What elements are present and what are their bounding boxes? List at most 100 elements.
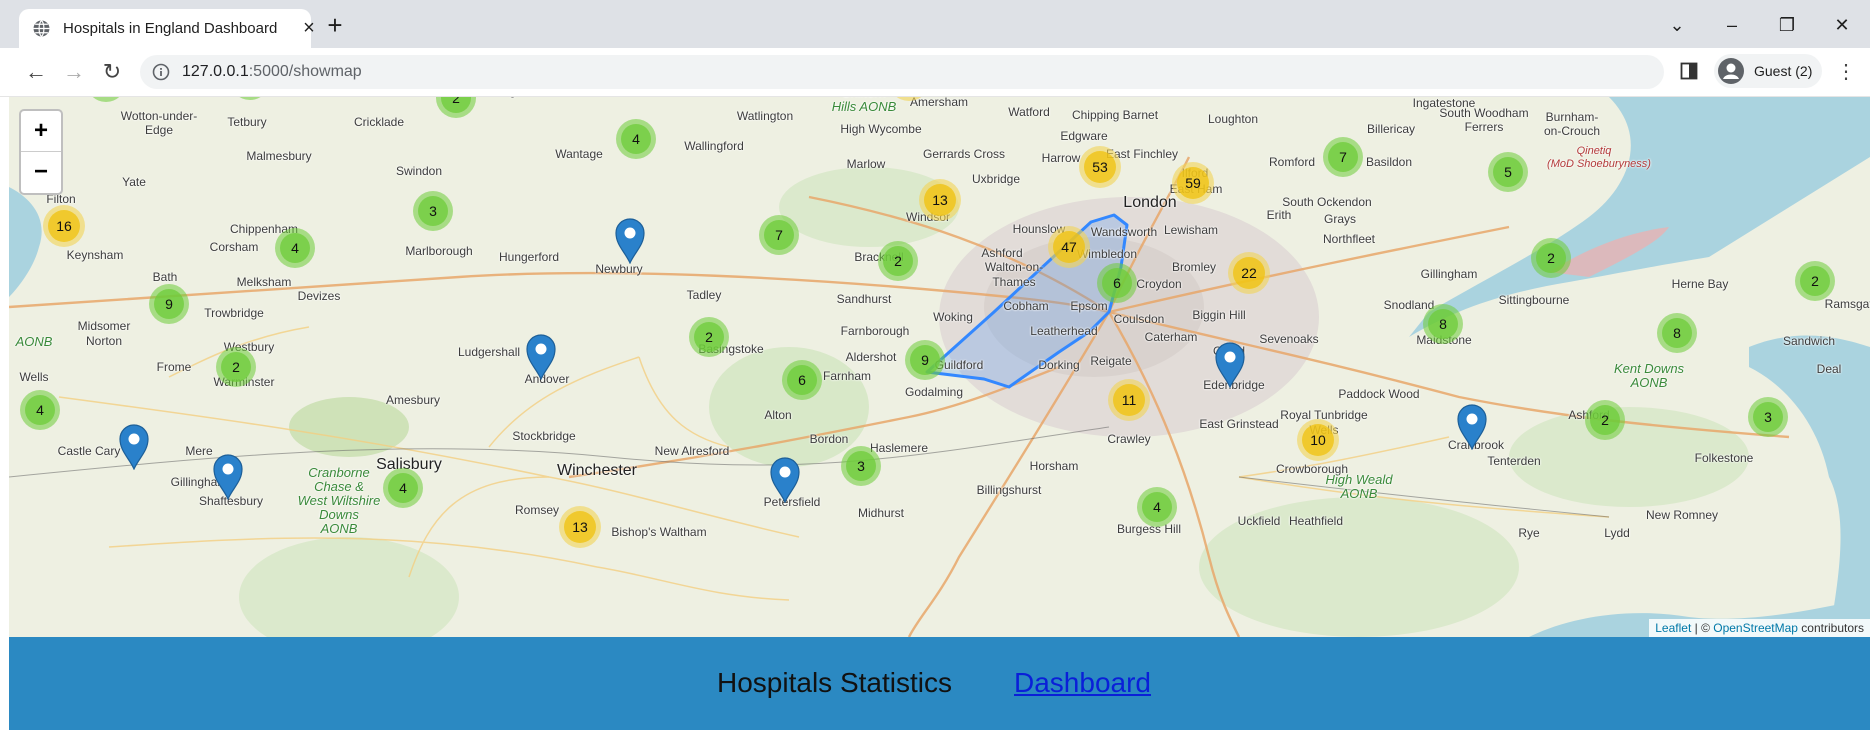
map-pin-icon[interactable] — [526, 334, 556, 381]
restore-button[interactable]: ❐ — [1767, 10, 1807, 40]
marker-cluster[interactable]: 8 — [1423, 304, 1463, 344]
place-label: Stockbridge — [512, 429, 576, 443]
place-label: Yate — [122, 175, 146, 189]
marker-cluster[interactable]: 4 — [383, 468, 423, 508]
marker-cluster[interactable]: 4 — [616, 119, 656, 159]
place-label: Castle Cary — [57, 444, 121, 458]
dashboard-link[interactable]: Dashboard — [1014, 667, 1151, 699]
marker-cluster[interactable]: 3 — [413, 191, 453, 231]
marker-cluster[interactable]: 6 — [1097, 263, 1137, 303]
marker-cluster[interactable]: 2 — [1795, 261, 1835, 301]
zoom-out-button[interactable]: − — [21, 152, 61, 192]
place-label: Tenterden — [1487, 454, 1541, 468]
marker-cluster[interactable]: 10 — [1297, 419, 1339, 461]
cluster-count: 6 — [1113, 275, 1121, 291]
zoom-in-button[interactable]: + — [21, 111, 61, 152]
marker-cluster[interactable]: 3 — [1748, 397, 1788, 437]
tab-close-icon[interactable]: × — [298, 17, 320, 39]
back-button[interactable]: ← — [22, 58, 50, 86]
marker-cluster[interactable]: 4 — [20, 390, 60, 430]
browser-tab-active[interactable]: Hospitals in England Dashboard × — [19, 9, 315, 48]
place-label: Loughton — [1207, 112, 1259, 126]
marker-cluster[interactable]: 22 — [1228, 252, 1270, 294]
new-tab-button[interactable]: + — [322, 12, 348, 38]
url-path: :5000/showmap — [248, 63, 362, 80]
place-label: Erith — [1266, 208, 1292, 222]
place-label: Rye — [1518, 526, 1540, 540]
marker-cluster[interactable]: 2 — [1531, 238, 1571, 278]
side-panel-icon[interactable] — [1680, 62, 1698, 80]
marker-cluster[interactable]: 53 — [1079, 146, 1121, 188]
close-window-button[interactable]: ✕ — [1822, 10, 1862, 40]
map-pin-icon[interactable] — [1457, 404, 1487, 451]
restricted-area-label: Qinetiq — [1576, 145, 1612, 157]
cluster-count: 2 — [1547, 250, 1555, 266]
marker-cluster[interactable]: 6 — [782, 360, 822, 400]
browser-tab-strip: Hospitals in England Dashboard × + ⌄ – ❐… — [0, 0, 1870, 48]
marker-cluster[interactable]: 7 — [1323, 137, 1363, 177]
map-pin-icon[interactable] — [1215, 342, 1245, 389]
marker-cluster[interactable]: 7 — [759, 215, 799, 255]
map-pin-icon[interactable] — [615, 218, 645, 265]
place-label: Bromley — [1171, 260, 1217, 274]
place-label: Ramsgate — [1824, 297, 1870, 311]
place-label: London — [1123, 194, 1177, 211]
tab-search-icon[interactable]: ⌄ — [1657, 10, 1697, 40]
url-text[interactable]: 127.0.0.1:5000/showmap — [182, 63, 362, 81]
place-label: Trowbridge — [204, 306, 264, 320]
map-pin-icon[interactable] — [770, 457, 800, 504]
place-label: New Romney — [1645, 508, 1719, 522]
globe-icon — [33, 20, 50, 37]
marker-cluster[interactable]: 2 — [216, 347, 256, 387]
place-label: Biggin Hill — [1192, 308, 1246, 322]
place-label: Amesbury — [385, 393, 441, 407]
map-pin-icon[interactable] — [213, 454, 243, 501]
marker-cluster[interactable]: 5 — [1488, 152, 1528, 192]
place-label: Wandsworth — [1090, 225, 1158, 239]
place-label: Godalming — [904, 385, 964, 399]
cluster-count: 2 — [1811, 273, 1819, 289]
marker-cluster[interactable]: 13 — [559, 506, 601, 548]
place-label: Lewisham — [1163, 223, 1219, 237]
marker-cluster[interactable]: 59 — [1172, 162, 1214, 204]
profile-button[interactable]: Guest (2) — [1714, 54, 1822, 88]
map-container[interactable]: FairfordFaringdonAbingdonNailsworthWotto… — [9, 97, 1870, 637]
place-label: Uxbridge — [971, 172, 1021, 186]
marker-cluster[interactable]: 4 — [275, 228, 315, 268]
marker-cluster[interactable]: 2 — [878, 241, 918, 281]
place-label: Bath — [152, 270, 178, 284]
marker-cluster[interactable]: 9 — [149, 284, 189, 324]
place-label: Harrow — [1041, 151, 1081, 165]
marker-cluster[interactable]: 13 — [919, 179, 961, 221]
map-pin-icon[interactable] — [119, 424, 149, 471]
openstreetmap-link[interactable]: OpenStreetMap — [1713, 621, 1798, 635]
marker-cluster[interactable]: 2 — [689, 317, 729, 357]
place-label: Sandwich — [1782, 334, 1836, 348]
marker-cluster[interactable]: 2 — [1585, 400, 1625, 440]
address-bar[interactable]: 127.0.0.1:5000/showmap — [140, 55, 1664, 89]
marker-cluster[interactable]: 16 — [43, 205, 85, 247]
area-label: AONB — [1630, 375, 1668, 390]
leaflet-link[interactable]: Leaflet — [1655, 621, 1691, 635]
info-icon[interactable] — [152, 63, 170, 81]
menu-icon[interactable]: ⋮ — [1836, 60, 1856, 84]
restricted-area-label: (MoD Shoeburyness) — [1547, 158, 1651, 170]
place-label: Aldershot — [845, 350, 897, 364]
marker-cluster[interactable]: 11 — [1108, 379, 1150, 421]
place-label: Watford — [1008, 105, 1050, 119]
cluster-count: 7 — [775, 227, 783, 243]
forward-button[interactable]: → — [60, 58, 88, 86]
footer-bar: Hospitals Statistics Dashboard — [9, 637, 1870, 730]
minimize-button[interactable]: – — [1712, 10, 1752, 40]
cluster-count: 10 — [1310, 432, 1326, 448]
area-label: High Weald — [1325, 472, 1393, 487]
cluster-count: 4 — [399, 480, 407, 496]
marker-cluster[interactable]: 8 — [1657, 313, 1697, 353]
hospitals-statistics-label: Hospitals Statistics — [717, 667, 952, 698]
marker-cluster[interactable]: 4 — [1137, 487, 1177, 527]
reload-button[interactable]: ↻ — [98, 58, 126, 86]
place-label: Cobham — [1003, 299, 1049, 313]
marker-cluster[interactable]: 47 — [1048, 226, 1090, 268]
marker-cluster[interactable]: 9 — [905, 340, 945, 380]
marker-cluster[interactable]: 3 — [841, 446, 881, 486]
